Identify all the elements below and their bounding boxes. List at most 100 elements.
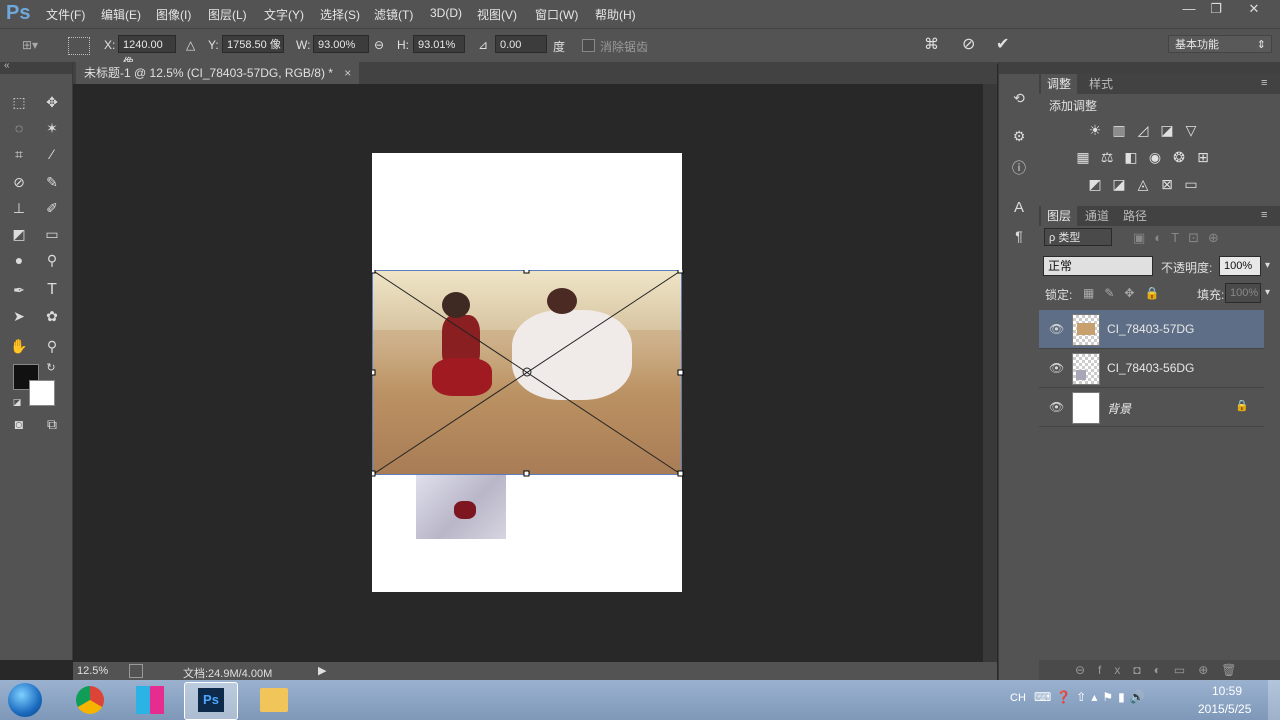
menu-type[interactable]: 文字(Y) [264, 6, 304, 23]
marquee-tool-icon[interactable]: ⬚ [8, 92, 30, 112]
minimize-button[interactable]: — [1174, 0, 1204, 18]
handle-bottom-left[interactable] [372, 470, 376, 477]
exposure-icon[interactable]: ◪ [1158, 121, 1176, 139]
layer-row[interactable]: 👁 背景 🔒 [1039, 388, 1264, 427]
hue-saturation-icon[interactable]: ▦ [1074, 148, 1092, 166]
screen-mode-icon[interactable]: ⧉ [41, 414, 63, 434]
x-input[interactable]: 1240.00 像 [118, 35, 176, 69]
properties-panel-icon[interactable]: ⚙ [1008, 126, 1030, 146]
h-input[interactable]: 93.01% [413, 35, 465, 53]
paragraph-panel-icon[interactable]: ¶ [1008, 226, 1030, 246]
taskbar-photoshop-app[interactable]: Ps [184, 682, 238, 720]
visibility-eye-icon[interactable]: 👁 [1049, 322, 1064, 336]
tab-adjustments[interactable]: 调整 [1041, 74, 1078, 94]
tab-layers[interactable]: 图层 [1041, 206, 1078, 226]
path-selection-tool-icon[interactable]: ➤ [8, 306, 30, 326]
menu-select[interactable]: 选择(S) [320, 6, 360, 23]
menu-filter[interactable]: 滤镜(T) [374, 6, 413, 23]
menu-help[interactable]: 帮助(H) [595, 6, 636, 23]
handle-left[interactable] [372, 369, 376, 376]
zoom-level[interactable]: 12.5% [77, 665, 108, 677]
start-button[interactable] [8, 683, 42, 717]
background-color-swatch[interactable] [29, 380, 55, 406]
visibility-eye-icon[interactable]: 👁 [1049, 400, 1064, 414]
opacity-arrow-icon[interactable]: ▾ [1265, 260, 1270, 271]
invert-icon[interactable]: ◩ [1086, 175, 1104, 193]
hand-tool-icon[interactable]: ✋ [8, 336, 30, 356]
move-tool-icon[interactable]: ✥ [41, 92, 63, 112]
taskbar-app-2[interactable] [124, 682, 176, 718]
clock-time[interactable]: 10:59 [1212, 684, 1242, 698]
handle-bottom[interactable] [523, 470, 530, 477]
custom-shape-tool-icon[interactable]: ✿ [41, 306, 63, 326]
antialias-checkbox[interactable] [582, 39, 595, 52]
magic-wand-tool-icon[interactable]: ✶ [41, 118, 63, 138]
angle-input[interactable]: 0.00 [495, 35, 547, 53]
taskbar-explorer-app[interactable] [248, 682, 300, 718]
layer-row[interactable]: 👁 CI_78403-57DG [1039, 310, 1264, 349]
eyedropper-tool-icon[interactable]: ⁄ [41, 144, 63, 164]
fill-input[interactable]: 100% [1225, 283, 1261, 303]
menu-file[interactable]: 文件(F) [46, 6, 85, 23]
opacity-input[interactable]: 100% [1219, 256, 1261, 276]
gradient-map-icon[interactable]: ▭ [1182, 175, 1200, 193]
gradient-tool-icon[interactable]: ▭ [41, 224, 63, 244]
commit-transform-icon[interactable]: ✔ [996, 34, 1009, 54]
handle-top[interactable] [523, 270, 530, 274]
filter-icons[interactable]: ▣◐T⊡⊕ [1133, 230, 1228, 246]
collapse-icon[interactable]: « [4, 60, 10, 71]
brightness-icon[interactable]: ☀ [1086, 121, 1104, 139]
relative-position-icon[interactable]: △ [186, 38, 195, 52]
brush-tool-icon[interactable]: ✎ [41, 172, 63, 192]
document-tab[interactable]: 未标题-1 @ 12.5% (CI_78403-57DG, RGB/8) * × [76, 62, 360, 84]
layer-name[interactable]: CI_78403-57DG [1107, 322, 1194, 336]
tray-icons[interactable]: ⌨❓⇧▴⚑▮🔊 [1034, 690, 1150, 704]
handle-top-left[interactable] [372, 270, 376, 274]
layer-name[interactable]: 背景 [1107, 400, 1131, 417]
healing-brush-tool-icon[interactable]: ⊘ [8, 172, 30, 192]
handle-top-right[interactable] [677, 270, 684, 274]
workspace-select[interactable]: 基本功能 ⇕ [1168, 35, 1272, 53]
w-input[interactable]: 93.00% [313, 35, 369, 53]
clock-date[interactable]: 2015/5/25 [1198, 702, 1251, 716]
vertical-scrollbar[interactable] [983, 84, 997, 662]
fill-arrow-icon[interactable]: ▾ [1265, 287, 1270, 298]
cancel-transform-icon[interactable]: ⊘ [962, 34, 975, 54]
menu-image[interactable]: 图像(I) [156, 6, 191, 23]
crop-tool-icon[interactable]: ⌗ [8, 144, 30, 164]
tab-paths[interactable]: 路径 [1117, 206, 1153, 226]
swap-colors-icon[interactable]: ↻ [40, 358, 62, 378]
menu-3d[interactable]: 3D(D) [430, 6, 462, 20]
layers-footer-icons[interactable]: ⊖fx◘◐▭⊕🗑 [1075, 663, 1250, 677]
taskbar-chrome-app[interactable] [64, 682, 116, 718]
color-lookup-icon[interactable]: ⊞ [1194, 148, 1212, 166]
tab-styles[interactable]: 样式 [1083, 74, 1119, 94]
lasso-tool-icon[interactable]: ◌ [8, 118, 30, 138]
photo-filter-icon[interactable]: ◉ [1146, 148, 1164, 166]
type-tool-icon[interactable]: T [41, 280, 63, 300]
show-desktop-button[interactable] [1268, 680, 1280, 720]
close-window-button[interactable]: ✕ [1237, 0, 1271, 18]
link-icon[interactable]: ⊖ [374, 38, 384, 52]
y-input[interactable]: 1758.50 像 [222, 35, 284, 53]
blend-mode-select[interactable]: 正常 [1043, 256, 1153, 276]
dodge-tool-icon[interactable]: ⚲ [41, 250, 63, 270]
layer-filter-select[interactable]: ρ 类型 [1044, 228, 1112, 246]
warp-icon[interactable]: ⌘ [924, 35, 939, 53]
handle-bottom-right[interactable] [677, 470, 684, 477]
menu-edit[interactable]: 编辑(E) [101, 6, 141, 23]
pen-tool-icon[interactable]: ✒ [8, 280, 30, 300]
canvas-area[interactable] [73, 84, 983, 662]
layer-row[interactable]: 👁 CI_78403-56DG [1039, 349, 1264, 388]
vibrance-icon[interactable]: ▽ [1182, 121, 1200, 139]
menu-view[interactable]: 视图(V) [477, 6, 517, 23]
selective-color-icon[interactable]: ⊠ [1158, 175, 1176, 193]
menu-layer[interactable]: 图层(L) [208, 6, 247, 23]
history-panel-icon[interactable]: ⟲ [1008, 88, 1030, 108]
tab-channels[interactable]: 通道 [1079, 206, 1115, 226]
panel-menu-icon[interactable]: ≡ [1261, 77, 1267, 89]
visibility-eye-icon[interactable]: 👁 [1049, 361, 1064, 375]
language-indicator[interactable]: CH [1010, 692, 1026, 704]
eraser-tool-icon[interactable]: ◩ [8, 224, 30, 244]
clone-stamp-tool-icon[interactable]: ⊥ [8, 198, 30, 218]
